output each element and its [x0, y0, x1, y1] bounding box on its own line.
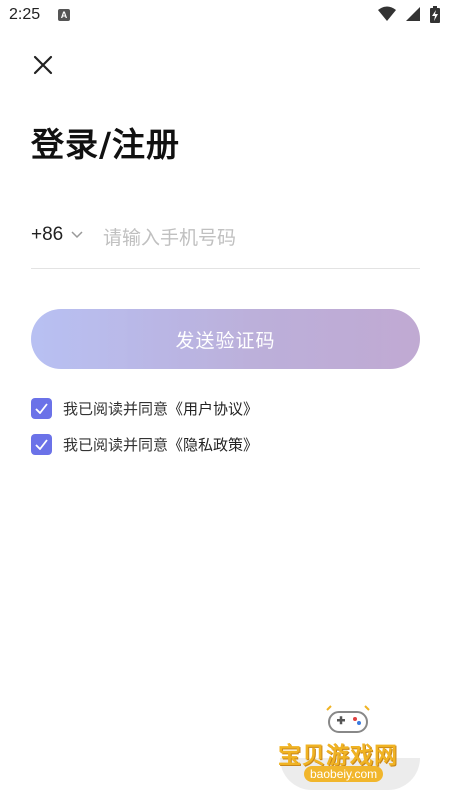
country-code-selector[interactable]: +86	[31, 224, 83, 246]
privacy-policy-row[interactable]: 我已阅读并同意《隐私政策》	[31, 434, 258, 455]
watermark-url: baobeiy.com	[304, 766, 384, 782]
country-code: +86	[31, 224, 64, 245]
close-icon	[33, 55, 53, 75]
agreement-prefix: 我已阅读并同意	[63, 436, 169, 454]
checkmark-icon	[35, 439, 48, 450]
watermark-title: 宝贝游戏网	[278, 743, 398, 769]
privacy-policy-checkbox[interactable]	[31, 434, 52, 455]
chevron-down-icon	[71, 231, 83, 239]
agreement-text: 我已阅读并同意《用户协议》	[63, 398, 258, 419]
agreement-prefix: 我已阅读并同意	[63, 400, 169, 418]
signal-icon	[405, 7, 420, 21]
agreement-text: 我已阅读并同意《隐私政策》	[63, 434, 258, 455]
privacy-policy-link[interactable]: 《隐私政策》	[168, 436, 258, 454]
status-time: 2:25	[9, 6, 41, 23]
user-agreement-checkbox[interactable]	[31, 398, 52, 419]
close-button[interactable]	[28, 50, 58, 80]
gamepad-icon	[326, 705, 370, 733]
battery-icon	[430, 6, 440, 23]
user-agreement-link[interactable]: 《用户协议》	[168, 400, 258, 418]
status-bar: 2:25 A	[0, 0, 450, 32]
checkmark-icon	[35, 403, 48, 414]
send-code-button[interactable]: 发送验证码	[31, 309, 420, 369]
phone-row: +86	[31, 216, 420, 269]
watermark-logo: 宝贝游戏网 baobeiy.com	[270, 700, 430, 795]
wifi-icon	[377, 6, 396, 21]
notification-icon: A	[58, 9, 70, 21]
page-title: 登录/注册	[31, 125, 181, 164]
status-icons	[374, 6, 440, 24]
user-agreement-row[interactable]: 我已阅读并同意《用户协议》	[31, 398, 258, 419]
phone-input[interactable]	[101, 220, 415, 256]
